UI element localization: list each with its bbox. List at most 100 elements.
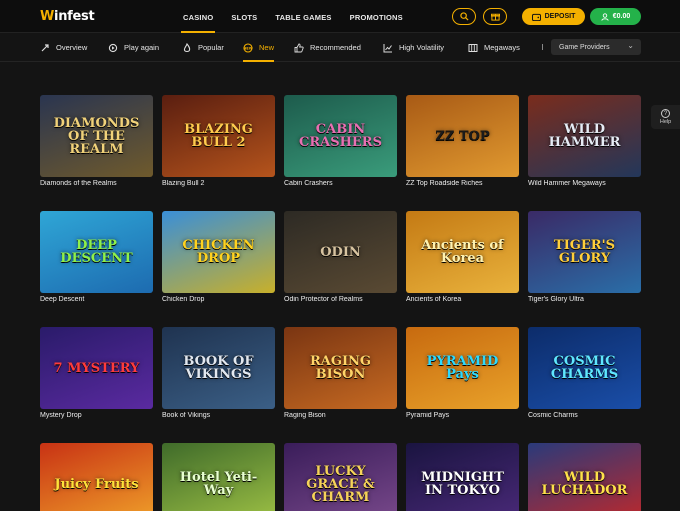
game-tile[interactable]: BOOK OF VIKINGS Book of Vikings — [162, 327, 275, 419]
game-logo-art: CABIN CRASHERS — [298, 122, 382, 150]
game-tile[interactable]: DEEP DESCENT Deep Descent — [40, 211, 153, 303]
thumbs-up-icon — [294, 43, 304, 53]
game-providers-dropdown[interactable]: Game Providers ⌄ — [551, 39, 641, 55]
game-logo-art: Hotel Yeti-Way — [179, 470, 258, 498]
game-logo-art: ZZ TOP — [435, 128, 490, 144]
deposit-label: DEPOSIT — [544, 13, 576, 20]
game-logo-art: PYRAMID Pays — [426, 354, 499, 382]
game-thumbnail[interactable]: LUCKY GRACE & CHARM — [284, 443, 397, 511]
game-title: Mystery Drop — [40, 412, 82, 419]
category-label: Recommended — [310, 43, 361, 52]
game-thumbnail[interactable]: 7 MYSTERY — [40, 327, 153, 409]
game-tile[interactable]: TIGER'S GLORY Tiger's Glory Ultra — [528, 211, 641, 303]
game-tile[interactable]: COSMIC CHARMS Cosmic Charms — [528, 327, 641, 419]
user-icon — [601, 12, 609, 21]
balance-amount: €0.00 — [612, 13, 631, 20]
category-high-volatility[interactable]: High Volatility — [383, 33, 444, 62]
game-tile[interactable]: WILD LUCHADORWild Luchador — [528, 443, 641, 511]
game-logo-art: MIDNIGHT IN TOKYO — [421, 470, 504, 498]
game-thumbnail[interactable]: ODIN — [284, 211, 397, 293]
category-overview[interactable]: Overview — [40, 33, 87, 62]
game-thumbnail[interactable]: TIGER'S GLORY — [528, 211, 641, 293]
game-thumbnail[interactable]: Ancients of Korea — [406, 211, 519, 293]
help-button[interactable]: ? Help — [651, 105, 680, 129]
game-logo-art: TIGER'S GLORY — [554, 238, 615, 266]
game-thumbnail[interactable]: MIDNIGHT IN TOKYO — [406, 443, 519, 511]
balance-button[interactable]: €0.00 — [590, 8, 641, 25]
game-title: Odin Protector of Realms — [284, 296, 363, 303]
svg-text:NEW: NEW — [243, 46, 252, 50]
game-title: Tiger's Glory Ultra — [528, 296, 584, 303]
game-logo-art: BOOK OF VIKINGS — [183, 354, 254, 382]
game-logo-art: ODIN — [320, 244, 361, 260]
game-logo-art: Ancients of Korea — [421, 238, 504, 266]
game-thumbnail[interactable]: CABIN CRASHERS — [284, 95, 397, 177]
category-popular[interactable]: Popular — [182, 33, 224, 62]
game-logo-art: RAGING BISON — [309, 354, 372, 382]
logo-text: infest — [54, 9, 95, 24]
category-label: High Volatility — [399, 43, 445, 52]
game-tile[interactable]: DIAMONDS OF THE REALM Diamonds of the Rea… — [40, 95, 153, 187]
game-title: Book of Vikings — [162, 412, 211, 419]
game-tile[interactable]: CABIN CRASHERS Cabin Crashers — [284, 95, 397, 187]
nav-casino[interactable]: CASINO — [180, 0, 216, 33]
game-tile[interactable]: ZZ TOP ZZ Top Roadside Riches — [406, 95, 519, 187]
game-tile[interactable]: MIDNIGHT IN TOKYOMidnight in Tokyo — [406, 443, 519, 511]
category-label: Overview — [56, 43, 88, 52]
nav-table-games[interactable]: TABLE GAMES — [275, 0, 331, 33]
gift-button[interactable] — [483, 8, 507, 25]
category-label: Megaways — [484, 43, 520, 52]
game-thumbnail[interactable]: COSMIC CHARMS — [528, 327, 641, 409]
game-tile[interactable]: 7 MYSTERY Mystery Drop — [40, 327, 153, 419]
game-title: Cabin Crashers — [284, 180, 333, 187]
game-title: Wild Hammer Megaways — [528, 180, 606, 187]
game-thumbnail[interactable]: RAGING BISON — [284, 327, 397, 409]
site-logo[interactable]: Winfest — [40, 9, 95, 24]
game-title: Raging Bison — [284, 412, 326, 419]
game-tile[interactable]: WILD HAMMER Wild Hammer Megaways — [528, 95, 641, 187]
game-logo-art: LUCKY GRACE & CHARM — [306, 463, 375, 505]
game-logo-art: WILD HAMMER — [548, 122, 621, 150]
nav-promotions[interactable]: PROMOTIONS — [350, 0, 403, 33]
game-thumbnail[interactable]: WILD LUCHADOR — [528, 443, 641, 511]
game-tile[interactable]: Juicy FruitsJuicy Fruits — [40, 443, 153, 511]
deposit-button[interactable]: DEPOSIT — [522, 8, 585, 25]
game-thumbnail[interactable]: PYRAMID Pays — [406, 327, 519, 409]
nav-slots[interactable]: SLOTS — [231, 0, 257, 33]
game-logo-art: 7 MYSTERY — [53, 360, 140, 376]
reels-icon — [468, 43, 478, 53]
game-title: Pyramid Pays — [406, 412, 450, 419]
category-label: Play again — [124, 43, 160, 52]
game-tile[interactable]: Hotel Yeti-WayHotel Yeti-Way — [162, 443, 275, 511]
category-new[interactable]: NEW New — [243, 33, 275, 62]
game-tile[interactable]: RAGING BISON Raging Bison — [284, 327, 397, 419]
category-recommended[interactable]: Recommended — [294, 33, 361, 62]
game-logo-art: DIAMONDS OF THE REALM — [53, 115, 140, 157]
game-tile[interactable]: LUCKY GRACE & CHARMLucky Grace and Charm — [284, 443, 397, 511]
game-title: Cosmic Charms — [528, 412, 578, 419]
game-tile[interactable]: PYRAMID Pays Pyramid Pays — [406, 327, 519, 419]
game-thumbnail[interactable]: BLAZING BULL 2 — [162, 95, 275, 177]
search-button[interactable] — [452, 8, 476, 25]
category-play-again[interactable]: Play again — [108, 33, 159, 62]
game-tile[interactable]: ODIN Odin Protector of Realms — [284, 211, 397, 303]
game-thumbnail[interactable]: ZZ TOP — [406, 95, 519, 177]
game-thumbnail[interactable]: CHICKEN DROP — [162, 211, 275, 293]
logo-accent: W — [40, 9, 55, 24]
chart-icon — [383, 43, 393, 53]
providers-label: Game Providers — [559, 43, 610, 51]
category-megaways[interactable]: Megaways — [468, 33, 520, 62]
category-label: New — [259, 43, 275, 52]
game-thumbnail[interactable]: Juicy Fruits — [40, 443, 153, 511]
game-thumbnail[interactable]: DIAMONDS OF THE REALM — [40, 95, 153, 177]
game-thumbnail[interactable]: Hotel Yeti-Way — [162, 443, 275, 511]
game-logo-art: BLAZING BULL 2 — [184, 122, 253, 150]
gift-icon — [490, 13, 500, 21]
game-thumbnail[interactable]: WILD HAMMER — [528, 95, 641, 177]
rocket-icon — [40, 43, 50, 53]
game-thumbnail[interactable]: BOOK OF VIKINGS — [162, 327, 275, 409]
game-tile[interactable]: BLAZING BULL 2 Blazing Bull 2 — [162, 95, 275, 187]
game-thumbnail[interactable]: DEEP DESCENT — [40, 211, 153, 293]
game-tile[interactable]: CHICKEN DROP Chicken Drop — [162, 211, 275, 303]
game-tile[interactable]: Ancients of Korea Ancients of Korea — [406, 211, 519, 303]
